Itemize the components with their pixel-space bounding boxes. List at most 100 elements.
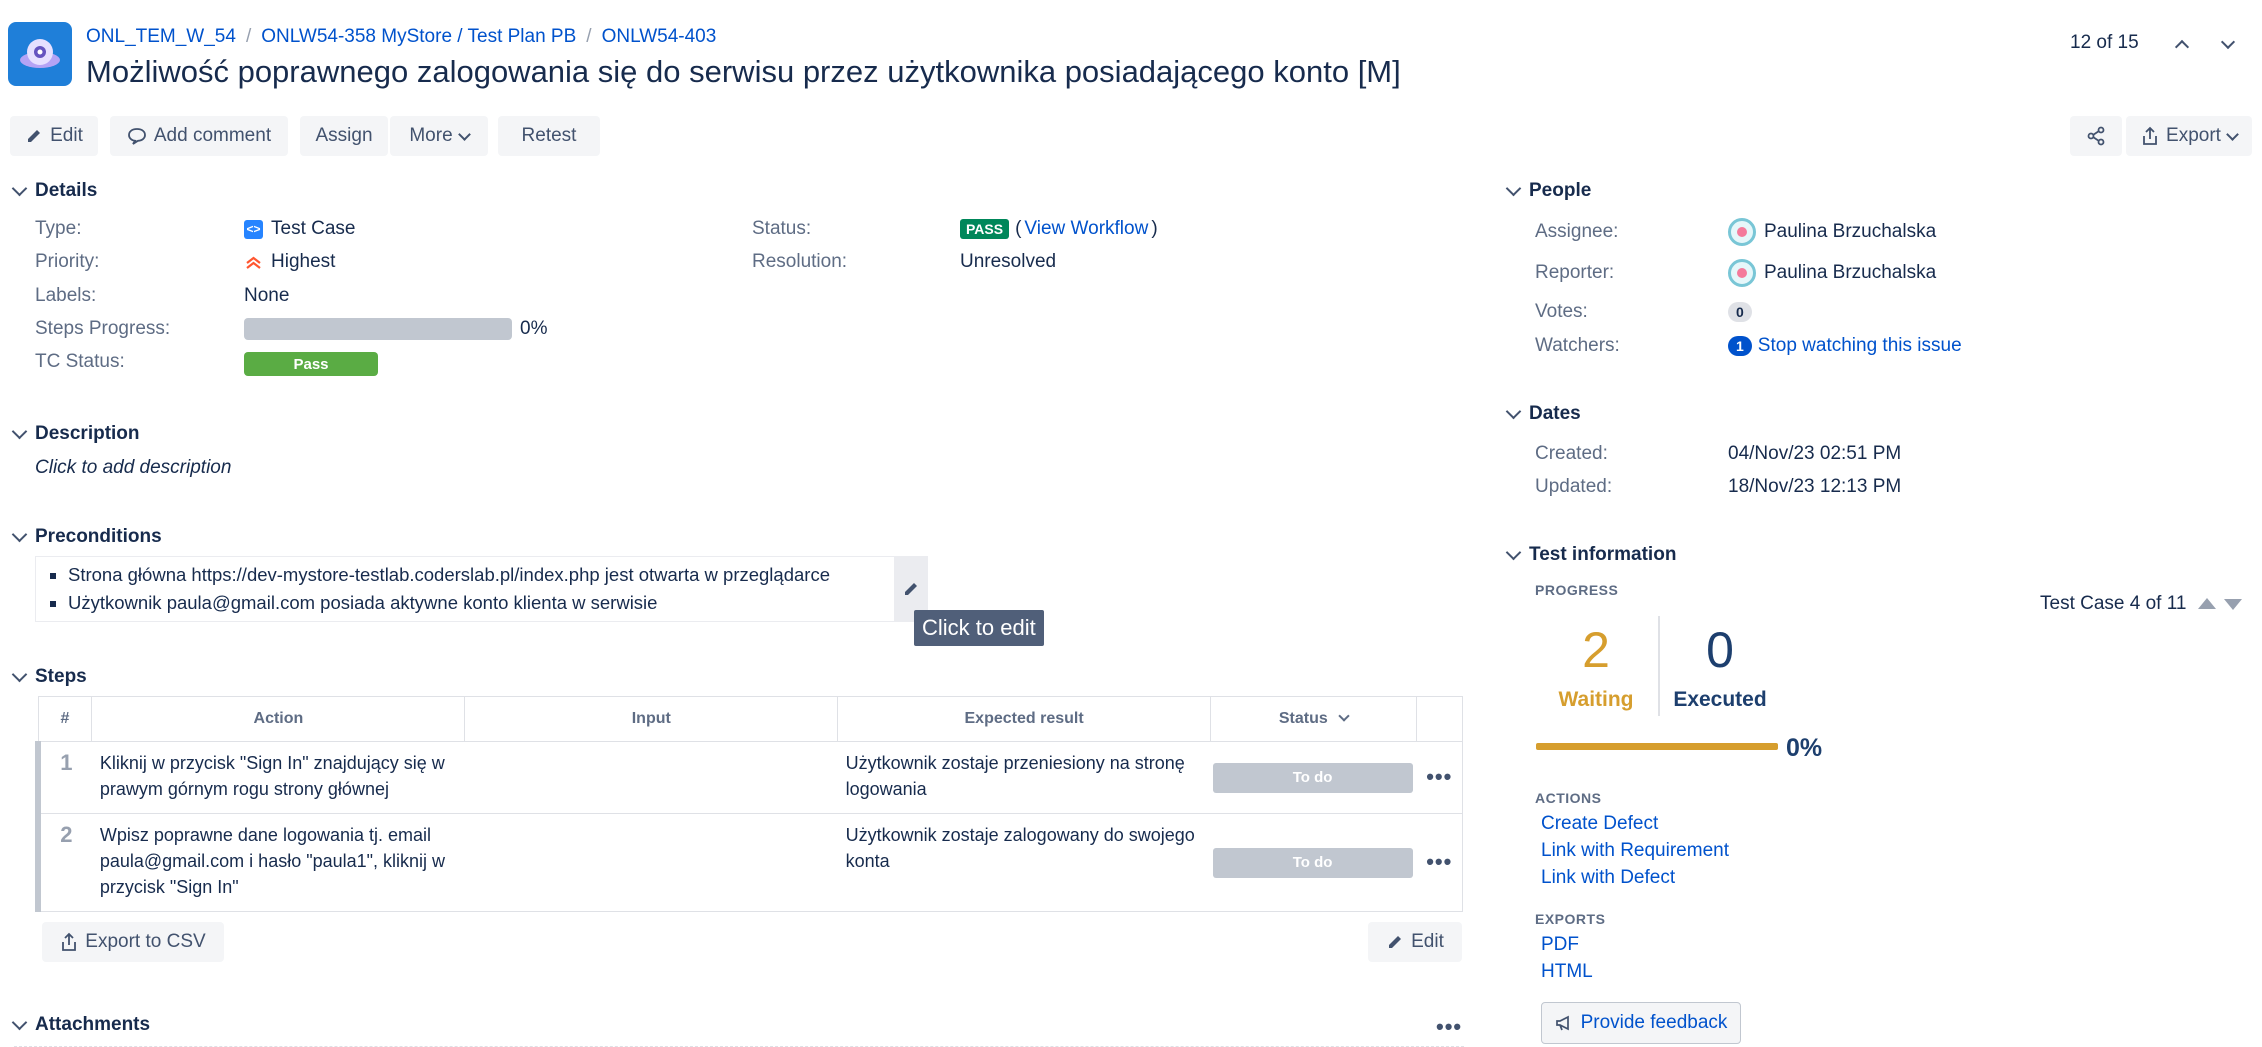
col-input: Input	[464, 696, 839, 742]
precondition-item: Użytkownik paula@gmail.com posiada aktyw…	[68, 589, 927, 617]
link-defect-link[interactable]: Link with Defect	[1541, 867, 1675, 889]
test-case-icon: <>	[244, 219, 263, 239]
view-workflow-link[interactable]: View Workflow	[1024, 218, 1148, 240]
breadcrumb-parent-link[interactable]: ONLW54-358 MyStore / Test Plan PB	[261, 26, 576, 48]
preconditions-box[interactable]: Strona główna https://dev-mystore-testla…	[35, 556, 928, 622]
pencil-icon	[28, 130, 41, 142]
dates-section-toggle[interactable]: Dates	[1505, 403, 1581, 425]
table-row[interactable]: 1 Kliknij w przycisk "Sign In" znajdując…	[35, 741, 1463, 814]
chevron-down-icon	[11, 423, 28, 440]
step-input[interactable]	[464, 741, 838, 814]
provide-feedback-button[interactable]: Provide feedback	[1541, 1002, 1741, 1044]
description-placeholder[interactable]: Click to add description	[35, 457, 231, 479]
chevron-down-icon	[11, 1014, 28, 1031]
export-csv-button[interactable]: Export to CSV	[42, 922, 224, 962]
attachments-more-icon[interactable]: •••	[1436, 1014, 1462, 1040]
attachments-section-toggle[interactable]: Attachments	[11, 1014, 150, 1036]
test-case-pager: Test Case 4 of 11	[2040, 593, 2187, 614]
updated-label: Updated:	[1535, 476, 1613, 497]
export-pdf-link[interactable]: PDF	[1541, 934, 1579, 956]
step-expected[interactable]: Użytkownik zostaje zalogowany do swojego…	[837, 813, 1211, 912]
resolution-value: Unresolved	[960, 251, 1057, 272]
assignee-value[interactable]: Paulina Brzuchalska	[1728, 218, 1936, 246]
add-comment-label: Add comment	[153, 125, 272, 146]
step-expected[interactable]: Użytkownik zostaje przeniesiony na stron…	[837, 741, 1211, 814]
people-title: People	[1529, 180, 1592, 201]
precondition-item: Strona główna https://dev-mystore-testla…	[68, 561, 927, 589]
steps-table: # Action Input Expected result Status 1 …	[35, 696, 1463, 912]
preconditions-list: Strona główna https://dev-mystore-testla…	[36, 557, 927, 617]
issue-title[interactable]: Możliwość poprawnego zalogowania się do …	[86, 54, 1401, 90]
step-num: 2	[35, 813, 92, 912]
export-button[interactable]: Export	[2126, 116, 2252, 156]
execution-progress-bar	[1536, 743, 1778, 750]
table-row[interactable]: 2 Wpisz poprawne dane logowania tj. emai…	[35, 813, 1463, 912]
votes-count[interactable]: 0	[1728, 302, 1752, 322]
link-requirement-link[interactable]: Link with Requirement	[1541, 840, 1729, 862]
more-button[interactable]: More	[390, 116, 488, 156]
previous-issue-button[interactable]	[2172, 34, 2192, 55]
stop-watching-link[interactable]: Stop watching this issue	[1758, 335, 1962, 357]
next-issue-button[interactable]	[2218, 34, 2238, 54]
type-text: Test Case	[271, 218, 356, 239]
test-info-title: Test information	[1529, 544, 1677, 565]
reporter-value[interactable]: Paulina Brzuchalska	[1728, 259, 1936, 287]
test-info-section-toggle[interactable]: Test information	[1505, 544, 1677, 566]
steps-title: Steps	[35, 666, 87, 687]
share-button[interactable]	[2070, 116, 2122, 156]
step-menu-cell: •••	[1416, 813, 1463, 912]
step-status-button[interactable]: To do	[1212, 847, 1413, 878]
col-status[interactable]: Status	[1210, 696, 1418, 742]
watchers-label: Watchers:	[1535, 335, 1620, 356]
export-icon	[62, 932, 77, 951]
preconditions-title: Preconditions	[35, 526, 162, 547]
more-options-icon[interactable]: •••	[1426, 764, 1452, 789]
steps-edit-label: Edit	[1411, 931, 1444, 952]
prev-test-case-button[interactable]	[2198, 598, 2216, 609]
watchers-value: 1 Stop watching this issue	[1728, 335, 1962, 357]
waiting-count: 2	[1582, 622, 1610, 678]
step-input[interactable]	[464, 813, 838, 912]
preconditions-section-toggle[interactable]: Preconditions	[11, 526, 162, 548]
type-value: <> Test Case	[244, 218, 355, 240]
step-status-button[interactable]: To do	[1212, 762, 1413, 793]
steps-section-toggle[interactable]: Steps	[11, 666, 87, 688]
add-comment-button[interactable]: Add comment	[110, 116, 288, 156]
resolution-label: Resolution:	[752, 251, 848, 272]
paren-open: (	[1015, 218, 1022, 239]
col-status-label: Status	[1278, 710, 1328, 727]
breadcrumb-project-link[interactable]: ONL_TEM_W_54	[86, 26, 236, 48]
retest-button[interactable]: Retest	[498, 116, 600, 156]
dates-title: Dates	[1529, 403, 1581, 424]
breadcrumb-issue-link[interactable]: ONLW54-403	[602, 26, 717, 48]
tc-status-badge: Pass	[244, 352, 378, 376]
details-title: Details	[35, 180, 98, 201]
export-html-link[interactable]: HTML	[1541, 961, 1593, 983]
details-section-toggle[interactable]: Details	[11, 180, 98, 202]
col-expected: Expected result	[837, 696, 1212, 742]
step-menu-cell: •••	[1416, 741, 1463, 814]
step-action[interactable]: Kliknij w przycisk "Sign In" znajdujący …	[91, 741, 465, 814]
step-action[interactable]: Wpisz poprawne dane logowania tj. email …	[91, 813, 465, 912]
create-defect-link[interactable]: Create Defect	[1541, 813, 1658, 835]
click-to-edit-tooltip: Click to edit	[914, 610, 1044, 646]
edit-button[interactable]: Edit	[10, 116, 98, 156]
export-csv-label: Export to CSV	[85, 931, 206, 952]
next-test-case-button[interactable]	[2224, 599, 2242, 610]
assign-button[interactable]: Assign	[300, 116, 388, 156]
project-avatar[interactable]	[8, 22, 72, 86]
avatar	[1728, 218, 1756, 246]
steps-edit-button[interactable]: Edit	[1368, 922, 1462, 962]
watchers-count[interactable]: 1	[1728, 336, 1752, 356]
paren-close: )	[1151, 218, 1158, 239]
priority-value: Highest	[244, 251, 335, 273]
pencil-icon	[905, 583, 917, 595]
people-section-toggle[interactable]: People	[1505, 180, 1592, 202]
chevron-down-icon	[1505, 180, 1522, 197]
more-options-icon[interactable]: •••	[1426, 849, 1452, 874]
steps-progress-value: 0%	[520, 318, 548, 339]
description-section-toggle[interactable]: Description	[11, 423, 140, 445]
chevron-down-icon	[1338, 710, 1350, 722]
assign-label: Assign	[315, 125, 373, 146]
chevron-down-icon	[457, 127, 471, 141]
